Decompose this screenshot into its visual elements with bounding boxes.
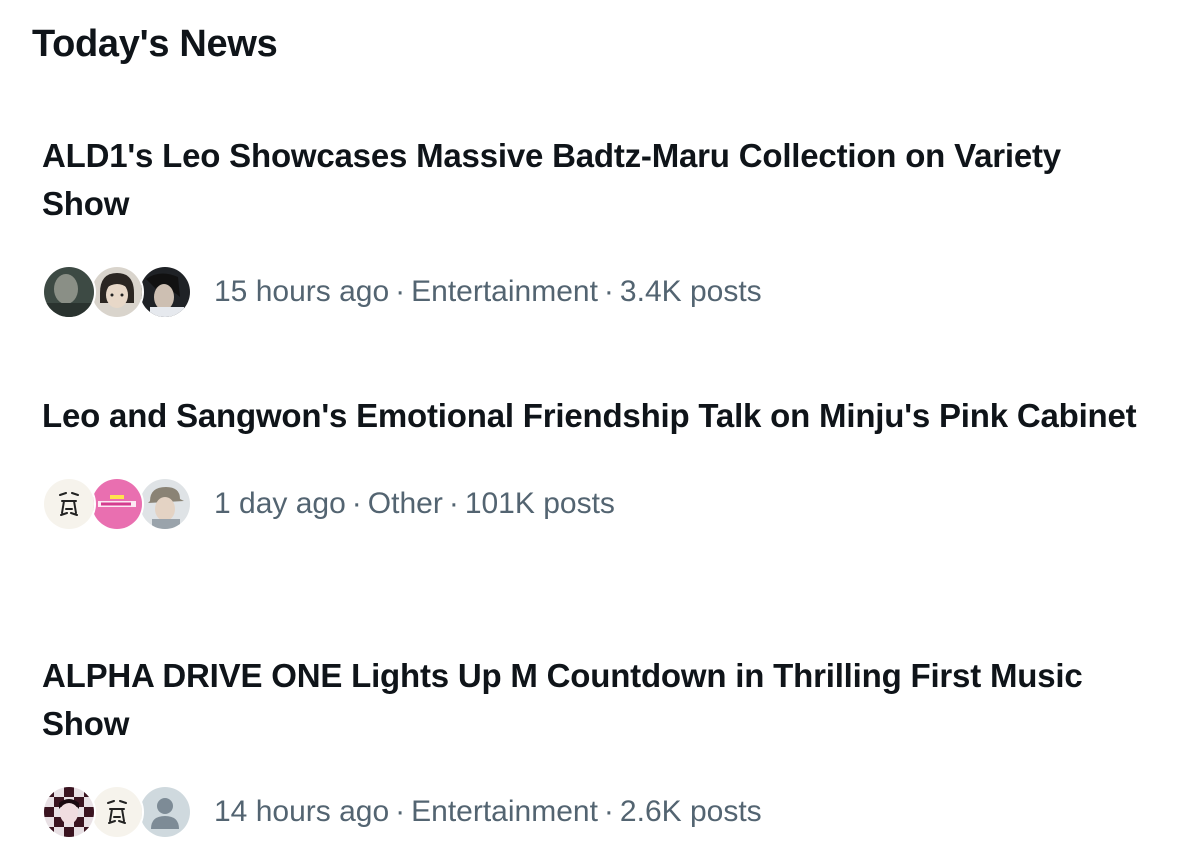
avatar-stack: [42, 784, 194, 840]
avatar-stack: [42, 476, 194, 532]
avatar-stack: [42, 264, 194, 320]
news-meta: 15 hours ago · Entertainment · 3.4K posts: [214, 275, 762, 309]
news-category: Other: [367, 487, 443, 520]
news-meta-row: 14 hours ago · Entertainment · 2.6K posts: [42, 784, 1142, 840]
meta-separator: ·: [448, 487, 459, 520]
avatar-photo-dark: [42, 265, 96, 319]
avatar-default-person: [138, 785, 192, 839]
news-time: 1 day ago: [214, 487, 346, 520]
news-meta: 14 hours ago · Entertainment · 2.6K posts: [214, 795, 762, 829]
news-category: Entertainment: [411, 275, 598, 308]
avatar-doodle: [42, 477, 96, 531]
news-headline[interactable]: Leo and Sangwon's Emotional Friendship T…: [42, 392, 1142, 440]
avatar-photo-checkered: [42, 785, 96, 839]
avatar-photo-cap: [138, 477, 192, 531]
section-title: Today's News: [32, 23, 278, 65]
meta-separator: ·: [351, 487, 362, 520]
news-category: Entertainment: [411, 795, 598, 828]
news-item-2[interactable]: Leo and Sangwon's Emotional Friendship T…: [42, 392, 1142, 532]
avatar-doodle: [90, 785, 144, 839]
news-post-count: 101K posts: [464, 487, 615, 520]
avatar-photo-profile: [138, 265, 192, 319]
avatar-photo-face: [90, 265, 144, 319]
news-time: 15 hours ago: [214, 275, 390, 308]
news-post-count: 3.4K posts: [619, 275, 762, 308]
news-headline[interactable]: ALD1's Leo Showcases Massive Badtz-Maru …: [42, 132, 1142, 228]
news-meta-row: 15 hours ago · Entertainment · 3.4K posts: [42, 264, 1142, 320]
news-meta-row: 1 day ago · Other · 101K posts: [42, 476, 1142, 532]
meta-separator: ·: [395, 275, 406, 308]
news-post-count: 2.6K posts: [619, 795, 762, 828]
news-time: 14 hours ago: [214, 795, 390, 828]
avatar-pink-logo: [90, 477, 144, 531]
meta-separator: ·: [603, 275, 614, 308]
news-meta: 1 day ago · Other · 101K posts: [214, 487, 615, 521]
news-item-1[interactable]: ALD1's Leo Showcases Massive Badtz-Maru …: [42, 132, 1142, 320]
meta-separator: ·: [395, 795, 406, 828]
news-item-3[interactable]: ALPHA DRIVE ONE Lights Up M Countdown in…: [42, 652, 1142, 840]
meta-separator: ·: [603, 795, 614, 828]
news-headline[interactable]: ALPHA DRIVE ONE Lights Up M Countdown in…: [42, 652, 1142, 748]
